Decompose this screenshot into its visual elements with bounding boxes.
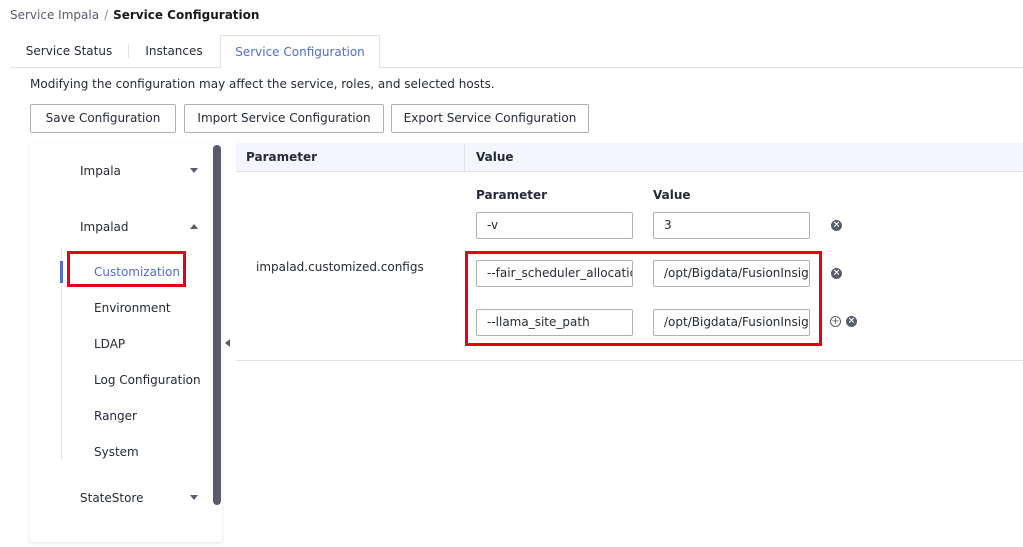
nav-item-environment[interactable]: Environment [94,301,171,315]
breadcrumb-separator: / [104,8,109,22]
highlight-box-entries [465,251,822,346]
column-header-parameter: Parameter [246,150,318,164]
highlight-box-customization [67,251,186,287]
nav-item-ranger[interactable]: Ranger [94,409,137,423]
config-nav-panel: Impala Impalad Customization Environment… [30,143,222,542]
chevron-down-icon[interactable] [190,168,198,173]
remove-entry-icon[interactable]: × [831,268,842,279]
nav-scrollbar[interactable] [213,145,221,505]
row-divider [236,360,1023,361]
tab-instances[interactable]: Instances [129,35,219,67]
config-warning-text: Modifying the configuration may affect t… [30,77,495,91]
parameter-name: impalad.customized.configs [256,260,424,274]
config-key-input[interactable]: -v [476,212,633,239]
nav-group-impala[interactable]: Impala [80,164,121,178]
import-configuration-button[interactable]: Import Service Configuration [184,104,384,133]
chevron-up-icon[interactable] [190,224,198,229]
nav-group-statestore[interactable]: StateStore [80,491,143,505]
collapse-nav-icon[interactable] [225,339,230,347]
export-configuration-button[interactable]: Export Service Configuration [391,104,589,133]
remove-entry-icon[interactable]: × [846,316,857,327]
config-value-input[interactable]: 3 [653,212,810,239]
nav-group-impalad[interactable]: Impalad [80,220,129,234]
save-configuration-button[interactable]: Save Configuration [30,104,176,133]
breadcrumb: Service Impala / Service Configuration [10,8,259,22]
sub-header-parameter: Parameter [476,188,548,202]
tab-service-status[interactable]: Service Status [10,35,128,67]
table-header: Parameter Value [236,143,1023,172]
nav-item-ldap[interactable]: LDAP [94,337,125,351]
chevron-down-icon[interactable] [190,495,198,500]
breadcrumb-parent-link[interactable]: Service Impala [10,8,99,22]
nav-active-indicator [60,261,63,283]
nav-item-system[interactable]: System [94,445,139,459]
remove-entry-icon[interactable]: × [831,220,842,231]
breadcrumb-current: Service Configuration [113,8,260,22]
column-divider [464,143,465,171]
column-header-value: Value [476,150,514,164]
tab-service-configuration[interactable]: Service Configuration [220,35,380,69]
sub-header-value: Value [653,188,691,202]
add-entry-icon[interactable]: + [830,316,841,327]
nav-item-log-configuration[interactable]: Log Configuration [94,373,201,387]
tab-bar: Service Status Instances Service Configu… [10,35,1023,69]
